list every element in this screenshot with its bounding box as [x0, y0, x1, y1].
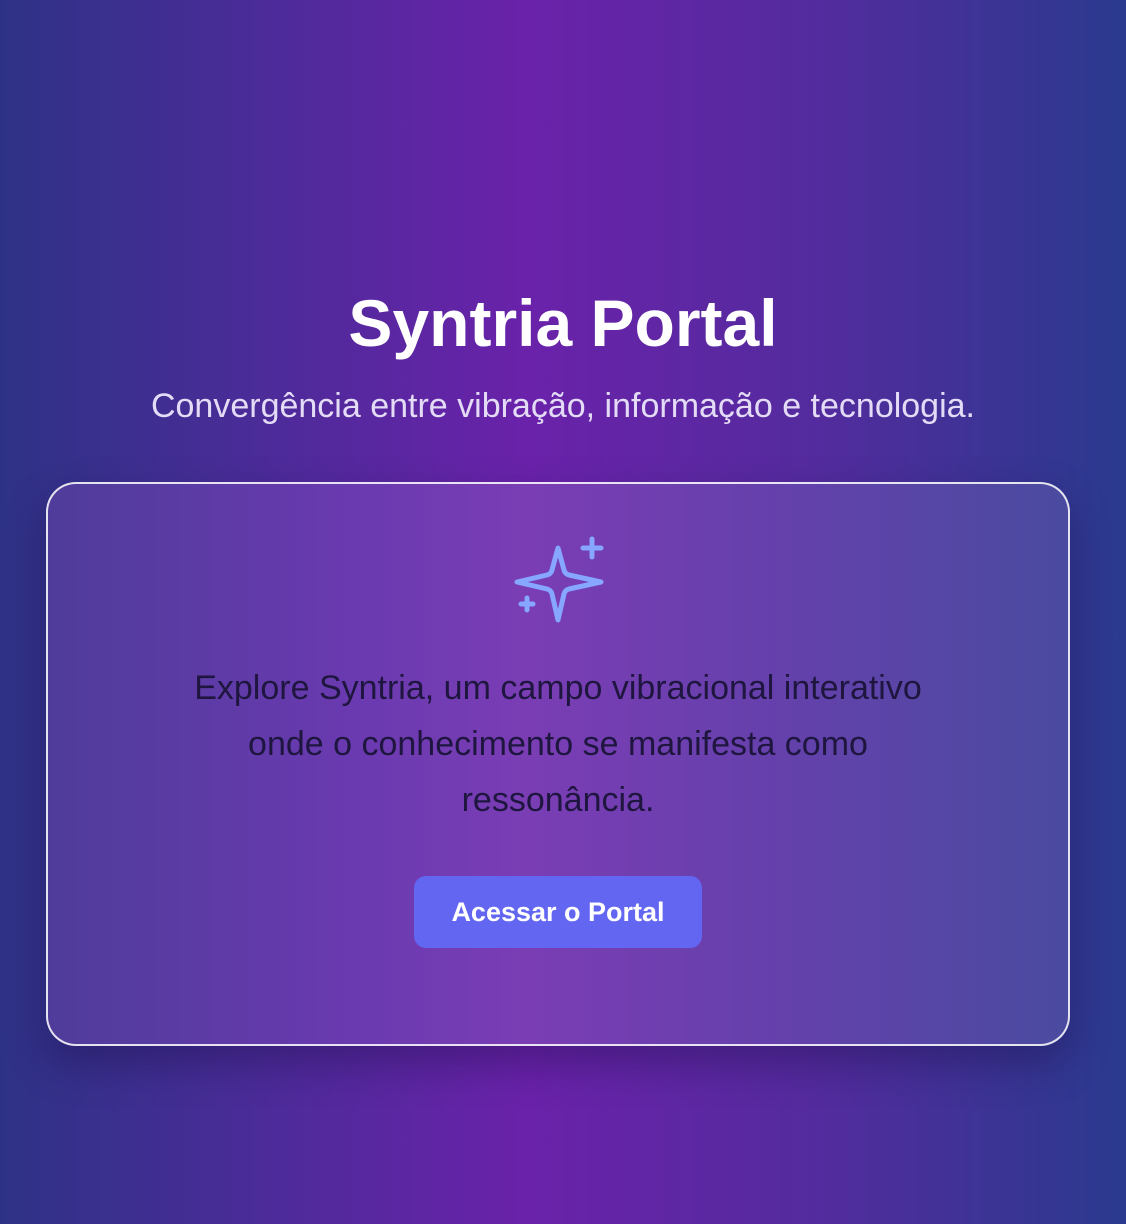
portal-card: Explore Syntria, um campo vibracional in…	[46, 482, 1070, 1046]
sparkles-icon	[514, 536, 604, 623]
card-description: Explore Syntria, um campo vibracional in…	[194, 669, 922, 819]
page-title: Syntria Portal	[348, 286, 778, 360]
page-subtitle: Convergência entre vibração, informação …	[150, 387, 976, 425]
access-portal-button[interactable]: Acessar o Portal	[414, 876, 702, 948]
